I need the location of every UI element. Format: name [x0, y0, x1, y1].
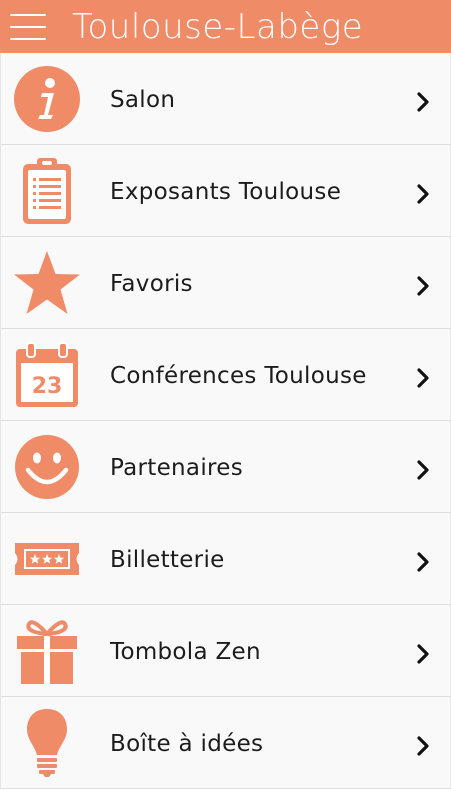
- chevron-right-icon: [417, 552, 429, 572]
- chevron-right-icon: [417, 460, 429, 480]
- menu-item-label: Favoris: [110, 271, 193, 297]
- menu-item-label: Boîte à idées: [110, 731, 264, 757]
- ticket-icon: [11, 523, 83, 595]
- menu-list: Salon Exposants Toulouse Favoris 23 Conf…: [0, 53, 451, 789]
- menu-item-label: Salon: [110, 87, 176, 113]
- menu-item-tombola[interactable]: Tombola Zen: [0, 605, 451, 697]
- menu-item-partenaires[interactable]: Partenaires: [0, 421, 451, 513]
- hamburger-menu-icon[interactable]: [10, 14, 46, 40]
- chevron-right-icon: [417, 644, 429, 664]
- calendar-day-text: 23: [32, 374, 63, 399]
- menu-item-exposants[interactable]: Exposants Toulouse: [0, 145, 451, 237]
- star-icon: [11, 247, 83, 319]
- menu-item-boite-a-idees[interactable]: Boîte à idées: [0, 697, 451, 789]
- menu-item-conferences[interactable]: 23 Conférences Toulouse: [0, 329, 451, 421]
- gift-icon: [11, 615, 83, 687]
- chevron-right-icon: [417, 736, 429, 756]
- calendar-icon: 23: [11, 339, 83, 411]
- smiley-icon: [11, 431, 83, 503]
- menu-item-favoris[interactable]: Favoris: [0, 237, 451, 329]
- menu-item-billetterie[interactable]: Billetterie: [0, 513, 451, 605]
- menu-item-salon[interactable]: Salon: [0, 53, 451, 145]
- clipboard-list-icon: [11, 155, 83, 227]
- lightbulb-icon: [11, 707, 83, 779]
- menu-item-label: Billetterie: [110, 547, 225, 573]
- app-screen: Toulouse-Labège Salon Exposants Toulouse…: [0, 0, 451, 800]
- info-icon: [11, 63, 83, 135]
- app-header: Toulouse-Labège: [0, 0, 451, 53]
- menu-item-label: Partenaires: [110, 455, 244, 481]
- chevron-right-icon: [417, 92, 429, 112]
- chevron-right-icon: [417, 368, 429, 388]
- menu-item-label: Conférences Toulouse: [110, 363, 367, 389]
- chevron-right-icon: [417, 276, 429, 296]
- menu-item-label: Exposants Toulouse: [110, 179, 342, 205]
- page-title: Toulouse-Labège: [72, 7, 364, 47]
- menu-item-label: Tombola Zen: [110, 639, 261, 665]
- chevron-right-icon: [417, 184, 429, 204]
